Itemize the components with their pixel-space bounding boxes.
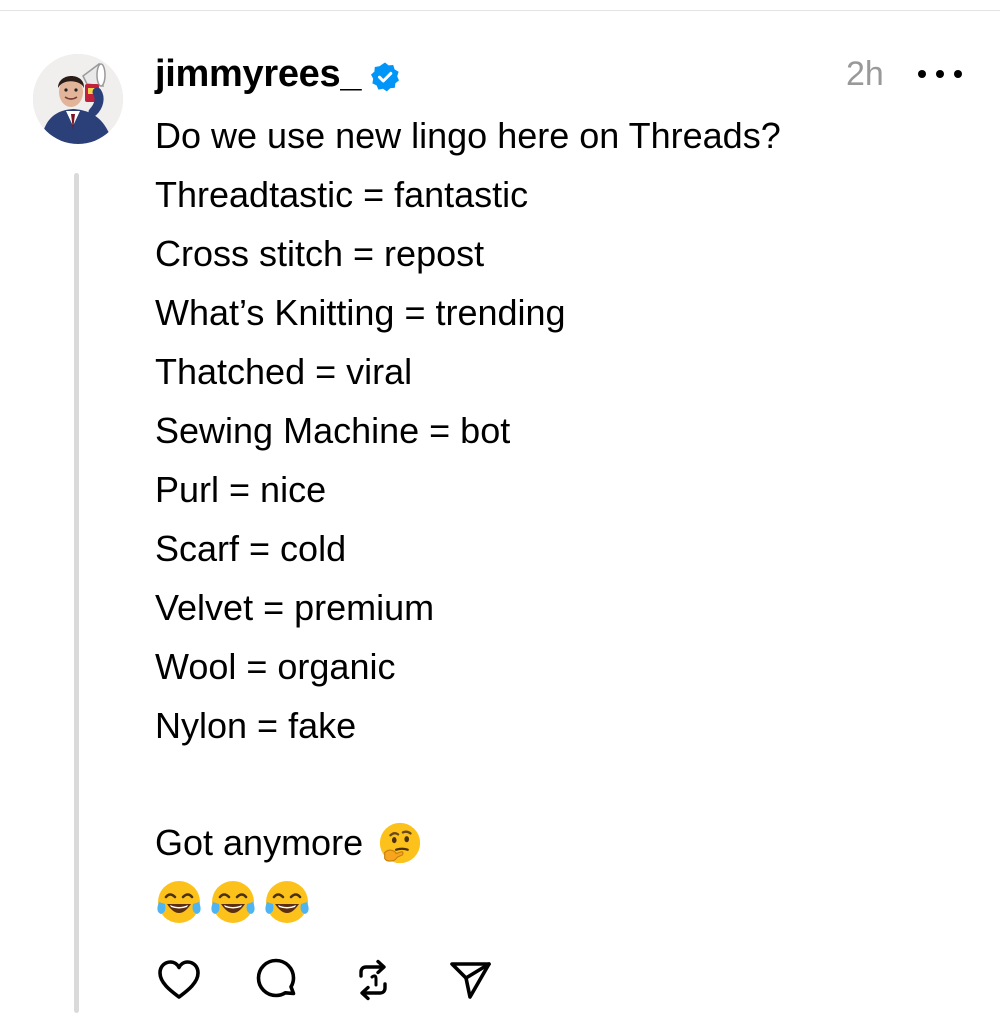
closing-text: Got anymore <box>155 822 364 863</box>
post-line: Nylon = fake <box>155 705 357 746</box>
thread-line <box>74 173 79 1013</box>
avatar-image <box>33 54 123 144</box>
post-line: Wool = organic <box>155 646 396 687</box>
reaction-emoji-row <box>155 872 975 931</box>
post-line: Thatched = viral <box>155 351 413 392</box>
repost-icon[interactable] <box>349 956 397 1004</box>
more-dot <box>918 70 926 78</box>
thinking-face-emoji <box>379 822 421 863</box>
post-line: Do we use new lingo here on Threads? <box>155 115 781 156</box>
post-line: Cross stitch = repost <box>155 233 485 274</box>
more-dot <box>954 70 962 78</box>
verified-badge-icon <box>371 62 400 92</box>
comment-icon[interactable] <box>252 956 300 1004</box>
more-dot <box>936 70 944 78</box>
heart-icon[interactable] <box>155 956 203 1004</box>
top-divider <box>0 10 1000 11</box>
post-closing-line: Got anymore <box>155 813 975 872</box>
face-with-tears-of-joy-emoji <box>211 880 255 923</box>
post-line: Velvet = premium <box>155 587 435 628</box>
post-line: Scarf = cold <box>155 528 347 569</box>
post-line: Threadtastic = fantastic <box>155 174 529 215</box>
post-header: jimmyrees_ <box>155 50 401 98</box>
avatar[interactable] <box>33 54 123 144</box>
send-icon[interactable] <box>446 956 494 1004</box>
post-line: What’s Knitting = trending <box>155 292 566 333</box>
post-text: Do we use new lingo here on Threads? Thr… <box>155 106 975 931</box>
face-with-tears-of-joy-emoji <box>157 880 201 923</box>
username[interactable]: jimmyrees_ <box>155 50 361 98</box>
post-line: Purl = nice <box>155 469 327 510</box>
face-with-tears-of-joy-emoji <box>265 880 309 923</box>
post-line: Sewing Machine = bot <box>155 410 511 451</box>
action-bar <box>155 955 494 1005</box>
more-options-icon[interactable] <box>918 60 962 88</box>
timestamp: 2h <box>846 55 884 93</box>
